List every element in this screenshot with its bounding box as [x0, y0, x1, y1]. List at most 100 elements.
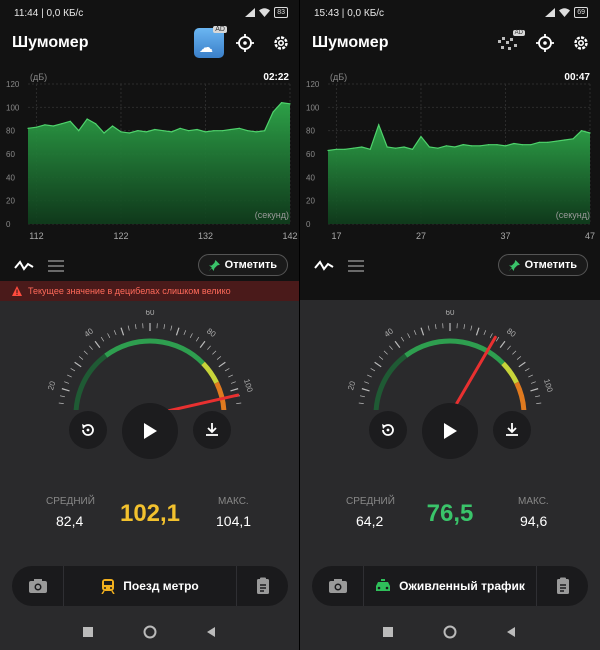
status-time: 11:44	[14, 8, 39, 19]
tab-list[interactable]	[346, 258, 366, 274]
gauge-tick	[107, 333, 111, 338]
pixel-art-icon	[510, 38, 513, 41]
app-title: Шумомер	[12, 34, 89, 51]
warning-icon	[12, 286, 22, 296]
play-button[interactable]	[422, 403, 478, 459]
gauge-label: 80	[505, 327, 518, 340]
ad-weather-button[interactable]: ☁ AD	[194, 26, 227, 58]
view-tabs: Отметить	[0, 252, 299, 280]
action-bar: Поезд метро	[12, 566, 288, 606]
gauge-tick	[189, 333, 193, 338]
settings-button[interactable]	[270, 32, 292, 54]
data-point	[162, 130, 164, 132]
data-point	[555, 140, 557, 142]
notes-button[interactable]	[236, 566, 288, 606]
elapsed-time: 00:47	[564, 72, 590, 83]
calibrate-button[interactable]	[534, 32, 556, 54]
notes-button[interactable]	[536, 566, 588, 606]
data-point	[221, 130, 223, 132]
data-point	[137, 130, 139, 132]
save-button[interactable]	[193, 411, 231, 449]
gauge-tick	[378, 356, 384, 360]
home-button[interactable]	[143, 625, 157, 639]
data-point	[530, 144, 532, 146]
data-point	[445, 145, 447, 147]
gauge-label: 40	[83, 326, 96, 339]
gauge-tick	[163, 324, 166, 330]
current-value: 76,5	[426, 500, 474, 527]
data-point	[479, 145, 481, 147]
gauge-tick	[59, 395, 66, 398]
data-point	[238, 127, 240, 129]
data-point	[344, 148, 346, 150]
warning-banner: Текущее значение в децибелах слишком вел…	[0, 281, 299, 301]
back-button[interactable]	[506, 627, 516, 637]
gauge-tick	[483, 330, 487, 336]
data-point	[69, 120, 71, 122]
data-point	[428, 146, 431, 148]
tab-graph[interactable]	[14, 258, 34, 274]
mark-button[interactable]: Отметить	[497, 254, 588, 276]
gauge-tick	[183, 330, 187, 336]
gauge-tick	[230, 381, 236, 384]
data-point	[44, 124, 46, 126]
gauge-label: 20	[46, 380, 57, 392]
gauge-tick	[100, 336, 105, 342]
reset-button[interactable]	[69, 411, 107, 449]
mark-label: Отметить	[224, 259, 277, 271]
notes-icon	[556, 577, 569, 594]
status-left: 15:43 | 0,0 КБ/с	[314, 8, 385, 19]
gear-icon	[574, 36, 588, 50]
x-tick-label: 122	[113, 231, 128, 241]
status-bar: 11:44 | 0,0 КБ/с 83	[0, 0, 299, 26]
save-button[interactable]	[493, 411, 531, 449]
gauge-tick	[534, 395, 541, 398]
play-button[interactable]	[122, 403, 178, 459]
camera-button[interactable]	[12, 566, 64, 606]
data-point	[154, 128, 156, 131]
y-tick-label: 100	[306, 103, 320, 112]
system-nav-bar	[0, 612, 299, 650]
data-point	[521, 144, 523, 146]
data-point	[580, 130, 583, 132]
gauge-arc	[501, 361, 519, 384]
data-point	[179, 127, 181, 129]
tab-list[interactable]	[46, 258, 66, 274]
settings-button[interactable]	[570, 32, 592, 54]
gauge-label: 60	[146, 310, 155, 317]
data-point	[95, 123, 97, 125]
x-tick-label: 142	[282, 231, 297, 241]
gauge-tick	[361, 388, 370, 392]
y-tick-label: 80	[306, 127, 315, 136]
home-button[interactable]	[443, 625, 457, 639]
recent-apps-button[interactable]	[383, 627, 393, 637]
gauge-tick	[427, 325, 430, 331]
camera-icon	[328, 579, 347, 593]
gauge-tick	[83, 350, 88, 355]
data-point	[462, 144, 464, 146]
status-right: 69	[545, 7, 588, 18]
preset-selector[interactable]: Оживленный трафик	[364, 566, 536, 606]
camera-button[interactable]	[312, 566, 364, 606]
x-tick-label: 47	[585, 231, 595, 241]
gauge-tick	[374, 361, 382, 368]
back-button[interactable]	[206, 627, 216, 637]
gauge-tick	[224, 368, 230, 372]
mark-button[interactable]: Отметить	[197, 254, 288, 276]
data-point	[352, 147, 354, 149]
ad-game-button[interactable]: AD	[496, 30, 525, 56]
data-point	[272, 111, 274, 113]
y-tick-label: 120	[306, 80, 320, 89]
gauge-arc	[514, 381, 527, 410]
gauge-arc	[201, 361, 219, 384]
battery-icon: 83	[274, 7, 288, 18]
preset-selector[interactable]: Поезд метро	[64, 566, 236, 606]
data-point	[145, 131, 147, 133]
data-point	[280, 102, 283, 104]
reset-button[interactable]	[369, 411, 407, 449]
decibel-area	[28, 102, 290, 224]
gauge-tick	[475, 327, 480, 336]
calibrate-button[interactable]	[234, 32, 256, 54]
recent-apps-button[interactable]	[83, 627, 93, 637]
tab-graph[interactable]	[314, 258, 334, 274]
